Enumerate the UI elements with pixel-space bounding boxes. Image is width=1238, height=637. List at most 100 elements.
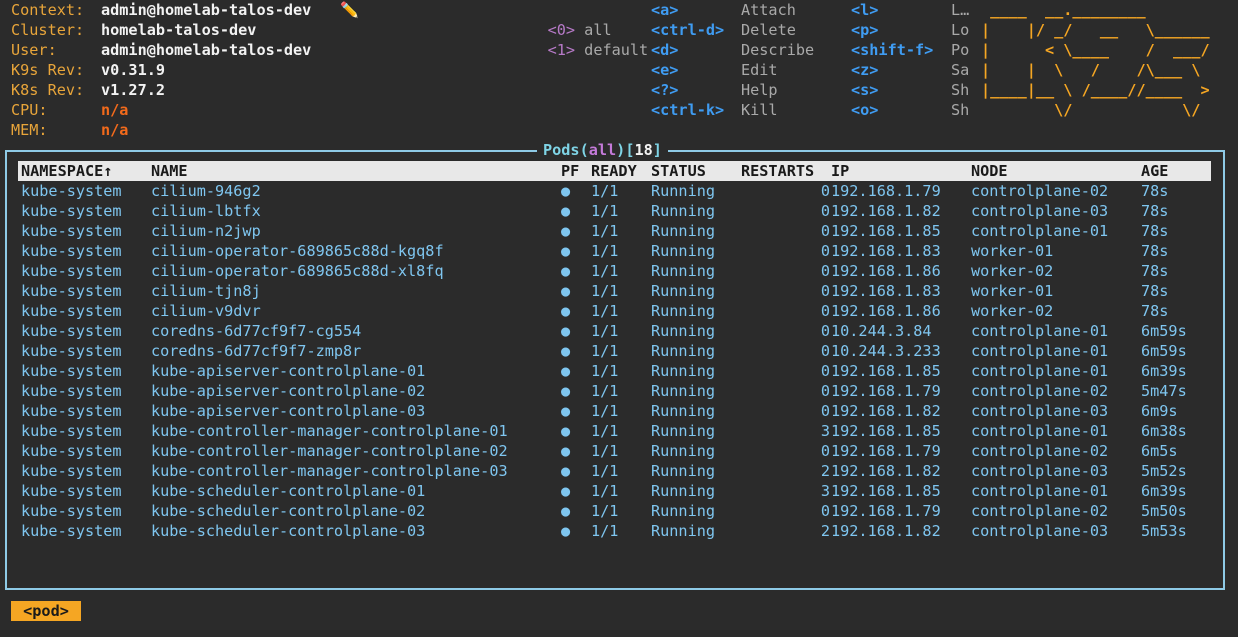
context-label: Context:: [11, 1, 85, 19]
cell-ip: 192.168.1.86: [831, 262, 941, 280]
cell-namespace: kube-system: [21, 262, 122, 280]
cell-status: Running: [651, 502, 716, 520]
cell-node: controlplane-02: [971, 182, 1109, 200]
hotkey-delete-key[interactable]: <ctrl-d>: [651, 20, 724, 40]
header-name[interactable]: NAME: [151, 161, 188, 181]
cell-ip: 192.168.1.85: [831, 482, 941, 500]
hotkey-logs-key[interactable]: <p>: [851, 20, 878, 40]
cell-namespace: kube-system: [21, 502, 122, 520]
cell-restarts: 0: [820, 362, 830, 380]
cpu-label: CPU:: [11, 101, 48, 119]
hotkey-delete-label: Delete: [741, 21, 796, 39]
cell-namespace: kube-system: [21, 442, 122, 460]
cell-restarts: 0: [820, 502, 830, 520]
cell-age: 78s: [1141, 202, 1169, 220]
cell-pf: ●: [561, 462, 571, 480]
k9s-rev-value: v0.31.9: [101, 61, 166, 79]
header-status[interactable]: STATUS: [651, 161, 706, 181]
cell-pf: ●: [561, 182, 571, 200]
cell-age: 6m39s: [1141, 362, 1187, 380]
crumb-pod[interactable]: <pod>: [11, 601, 81, 621]
cell-ready: 1/1: [591, 202, 619, 220]
header-restarts[interactable]: RESTARTS: [741, 161, 814, 181]
hotkey-attach-key[interactable]: <a>: [651, 0, 678, 20]
cell-restarts: 0: [820, 242, 830, 260]
namespace-shortcut-key: <1>: [547, 41, 576, 59]
cell-ip: 192.168.1.86: [831, 302, 941, 320]
hotkey-sanitize-key[interactable]: <z>: [851, 60, 878, 80]
namespace-shortcut-default[interactable]: <1> default: [511, 20, 649, 80]
cell-node: controlplane-03: [971, 462, 1109, 480]
cell-status: Running: [651, 262, 716, 280]
cell-ip: 192.168.1.85: [831, 362, 941, 380]
cell-ip: 192.168.1.79: [831, 442, 941, 460]
hotkey-kill-label: Kill: [741, 101, 778, 119]
cell-pf: ●: [561, 242, 571, 260]
hotkey-port-forward-label: Po: [951, 41, 970, 59]
cell-node: controlplane-02: [971, 382, 1109, 400]
cell-age: 5m50s: [1141, 502, 1187, 520]
cell-ready: 1/1: [591, 462, 619, 480]
hotkey-shell-key[interactable]: <s>: [851, 80, 878, 100]
cell-ready: 1/1: [591, 422, 619, 440]
logo-line: | < \____ / ___/: [981, 41, 1210, 59]
hotkey-l-label: L…: [951, 1, 970, 19]
cell-ip: 10.244.3.84: [831, 322, 932, 340]
cell-pf: ●: [561, 442, 571, 460]
mem-value: n/a: [101, 121, 129, 139]
cell-ip: 10.244.3.233: [831, 342, 941, 360]
cell-age: 5m52s: [1141, 462, 1187, 480]
cell-status: Running: [651, 222, 716, 240]
header-ready[interactable]: READY: [591, 161, 637, 181]
cell-age: 6m59s: [1141, 322, 1187, 340]
header-ip[interactable]: IP: [831, 161, 849, 181]
cell-node: controlplane-01: [971, 482, 1109, 500]
cell-ready: 1/1: [591, 182, 619, 200]
cell-pf: ●: [561, 202, 571, 220]
cell-ip: 192.168.1.82: [831, 522, 941, 540]
hotkey-kill-key[interactable]: <ctrl-k>: [651, 100, 724, 120]
cell-age: 78s: [1141, 242, 1169, 260]
cell-node: worker-01: [971, 282, 1054, 300]
cell-restarts: 3: [820, 482, 830, 500]
cell-namespace: kube-system: [21, 322, 122, 340]
logo-line: ____ __.________: [981, 1, 1210, 19]
cell-status: Running: [651, 522, 716, 540]
cell-status: Running: [651, 382, 716, 400]
header-node[interactable]: NODE: [971, 161, 1008, 181]
hotkey-l-key[interactable]: <l>: [851, 0, 878, 20]
cell-status: Running: [651, 182, 716, 200]
cell-ip: 192.168.1.82: [831, 462, 941, 480]
cell-pf: ●: [561, 502, 571, 520]
header-pf[interactable]: PF: [561, 161, 579, 181]
cell-namespace: kube-system: [21, 242, 122, 260]
cell-status: Running: [651, 362, 716, 380]
cell-restarts: 0: [820, 302, 830, 320]
header-namespace[interactable]: NAMESPACE↑: [21, 161, 112, 181]
cell-restarts: 0: [820, 402, 830, 420]
cluster-value: homelab-talos-dev: [101, 21, 257, 39]
hotkey-port-forward-key[interactable]: <shift-f>: [851, 40, 933, 60]
cell-pf: ●: [561, 382, 571, 400]
hotkey-show-node-key[interactable]: <o>: [851, 100, 878, 120]
cell-namespace: kube-system: [21, 222, 122, 240]
cell-restarts: 0: [820, 442, 830, 460]
cell-ready: 1/1: [591, 522, 619, 540]
cell-name: coredns-6d77cf9f7-cg554: [151, 322, 362, 340]
hotkey-help-key[interactable]: <?>: [651, 80, 678, 100]
cell-name: kube-scheduler-controlplane-03: [151, 522, 426, 540]
cell-status: Running: [651, 442, 716, 460]
cell-namespace: kube-system: [21, 382, 122, 400]
cell-node: worker-02: [971, 302, 1054, 320]
cell-pf: ●: [561, 222, 571, 240]
cell-restarts: 3: [820, 422, 830, 440]
cell-restarts: 0: [820, 382, 830, 400]
cell-pf: ●: [561, 402, 571, 420]
view-paren-open: (: [579, 141, 589, 159]
cell-ip: 192.168.1.83: [831, 282, 941, 300]
header-age[interactable]: AGE: [1141, 161, 1168, 181]
hotkey-describe-key[interactable]: <d>: [651, 40, 678, 60]
hotkey-edit-key[interactable]: <e>: [651, 60, 678, 80]
view-title: Pods(all)[18]: [537, 140, 668, 160]
cell-status: Running: [651, 282, 716, 300]
